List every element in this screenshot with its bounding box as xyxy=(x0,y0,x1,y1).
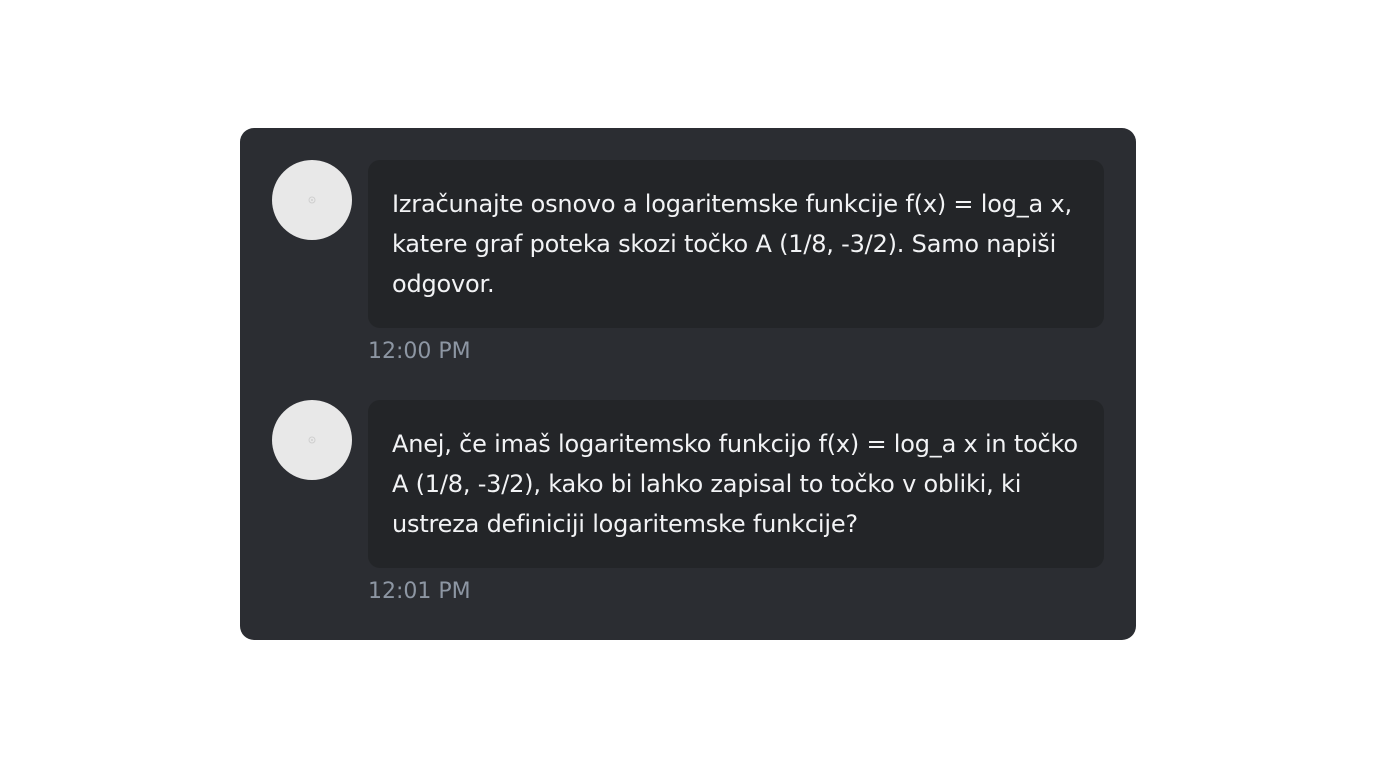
message-timestamp: 12:01 PM xyxy=(368,579,471,604)
message-bubble: Izračunajte osnovo a logaritemske funkci… xyxy=(368,160,1104,328)
message-text: Izračunajte osnovo a logaritemske funkci… xyxy=(392,190,1072,298)
user-avatar-icon xyxy=(308,196,316,204)
chat-panel: Izračunajte osnovo a logaritemske funkci… xyxy=(240,128,1136,640)
avatar xyxy=(272,160,352,240)
avatar xyxy=(272,400,352,480)
assistant-avatar-icon xyxy=(308,436,316,444)
message-text: Anej, če imaš logaritemsko funkcijo f(x)… xyxy=(392,430,1078,538)
message-bubble: Anej, če imaš logaritemsko funkcijo f(x)… xyxy=(368,400,1104,568)
message-timestamp: 12:00 PM xyxy=(368,339,471,364)
